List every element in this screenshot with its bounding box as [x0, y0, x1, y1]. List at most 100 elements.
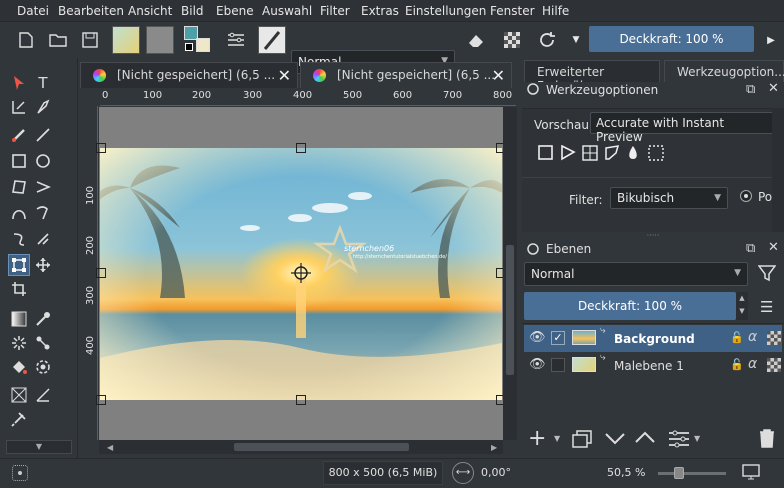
float-docker-icon[interactable]: ⧉ — [746, 241, 755, 256]
move-layer-up-icon[interactable] — [634, 430, 656, 449]
polyline-tool-icon[interactable] — [32, 176, 54, 198]
toolbox-collapse-button[interactable]: ▼ — [6, 440, 72, 454]
crop-tool-icon[interactable] — [8, 278, 30, 300]
transform-handle-b[interactable] — [296, 395, 306, 405]
liquify-transform-icon[interactable] — [626, 145, 640, 164]
canvas-area[interactable]: sternchen06 http://sternchentutorialstue… — [96, 107, 506, 440]
text-tool-icon[interactable]: T — [32, 72, 54, 94]
chevron-down-icon[interactable]: ▼ — [554, 434, 560, 443]
rotation-icon[interactable]: ⟷ — [452, 462, 474, 484]
close-icon[interactable]: ✕ — [768, 81, 779, 96]
save-icon[interactable] — [78, 28, 102, 52]
menu-datei[interactable]: Datei — [17, 4, 49, 18]
layer-properties-icon[interactable] — [668, 430, 690, 451]
transform-handle-tl[interactable] — [96, 143, 106, 153]
filter-select[interactable]: Bikubisch ▼ — [610, 187, 728, 209]
close-icon[interactable]: ✕ — [492, 66, 505, 85]
cage-transform-icon[interactable] — [604, 145, 620, 164]
edit-shapes-icon[interactable] — [8, 96, 30, 118]
visibility-eye-icon[interactable]: 👁 — [529, 357, 546, 372]
layer-filter-icon[interactable] — [757, 264, 777, 285]
pattern-swatch[interactable] — [146, 26, 174, 54]
duplicate-layer-icon[interactable] — [572, 430, 592, 451]
brush-settings-icon[interactable] — [224, 28, 248, 52]
brush-tool-icon[interactable] — [8, 124, 30, 146]
rectangle-tool-icon[interactable] — [8, 150, 30, 172]
enclose-fill-icon[interactable] — [32, 356, 54, 378]
background-color[interactable] — [196, 38, 210, 52]
perspective-transform-icon[interactable] — [560, 144, 576, 164]
menu-filter[interactable]: Filter — [320, 4, 350, 18]
menu-auswahl[interactable]: Auswahl — [262, 4, 312, 18]
layer-checkbox[interactable]: ✓ — [551, 331, 565, 345]
fullscreen-canvas-icon[interactable] — [742, 464, 760, 483]
transform-handle-l[interactable] — [96, 268, 106, 278]
assistant-tool-icon[interactable] — [32, 332, 54, 354]
tool-options-scrollbar[interactable] — [772, 108, 784, 232]
layer-checkbox[interactable] — [551, 358, 565, 372]
smart-patch-icon[interactable] — [8, 332, 30, 354]
brush-preset-icon[interactable] — [258, 26, 286, 54]
close-icon[interactable]: ✕ — [278, 66, 291, 85]
transform-handle-t[interactable] — [296, 143, 306, 153]
menu-hilfe[interactable]: Hilfe — [542, 4, 569, 18]
tab-advanced-color-selector[interactable]: Erweiterter Farbwäh... — [524, 60, 660, 93]
line-tool-icon[interactable] — [32, 124, 54, 146]
layer-opacity-slider[interactable]: Deckkraft: 100 % — [524, 292, 736, 320]
color-selector[interactable] — [184, 26, 212, 54]
horizontal-scrollbar[interactable]: ◀ ▶ — [99, 440, 503, 454]
add-layer-icon[interactable]: + — [528, 426, 546, 451]
perspective-grid-icon[interactable] — [8, 384, 30, 406]
vertical-scrollbar[interactable] — [503, 107, 517, 440]
warp-transform-icon[interactable] — [582, 145, 598, 164]
selection-status-icon[interactable] — [12, 465, 28, 481]
float-docker-icon[interactable]: ⧉ — [746, 82, 755, 97]
lock-docker-icon[interactable] — [527, 83, 539, 98]
scrollbar-thumb[interactable] — [234, 443, 409, 451]
alpha-lock-icon[interactable] — [767, 358, 781, 372]
delete-layer-icon[interactable] — [758, 428, 776, 451]
move-tool-icon[interactable] — [32, 254, 54, 276]
tab-tool-options[interactable]: Werkzeugoption... — [664, 60, 784, 84]
scroll-left-icon[interactable]: ◀ — [107, 443, 113, 452]
menu-extras[interactable]: Extras — [361, 4, 399, 18]
alpha-inherit-icon[interactable]: α — [748, 356, 757, 372]
transform-tool-icon[interactable] — [8, 254, 30, 276]
close-icon[interactable]: ✕ — [768, 240, 779, 255]
open-folder-icon[interactable] — [46, 28, 70, 52]
radio-button[interactable] — [740, 190, 752, 202]
gradient-preset-swatch[interactable] — [112, 26, 140, 54]
transform-origin-crosshair-icon[interactable] — [291, 263, 311, 283]
move-layer-down-icon[interactable] — [604, 430, 626, 449]
transform-handle-bl[interactable] — [96, 395, 106, 405]
layer-row-malebene-1[interactable]: 👁 ⤷ Malebene 1 🔓 α — [524, 352, 782, 379]
gradient-tool-icon[interactable] — [8, 308, 30, 330]
calligraphy-icon[interactable] — [32, 96, 54, 118]
mesh-transform-icon[interactable] — [648, 145, 664, 164]
opacity-slider[interactable]: Deckkraft: 100 % — [589, 26, 754, 52]
chevron-down-icon[interactable]: ▼ — [694, 434, 700, 443]
layer-lock-icon[interactable]: 🔓 — [730, 358, 744, 371]
zoom-slider[interactable] — [658, 467, 726, 479]
menu-bearbeiten[interactable]: Bearbeiten — [58, 4, 124, 18]
menu-ebene[interactable]: Ebene — [216, 4, 254, 18]
layer-blend-mode-select[interactable]: Normal ▼ — [524, 262, 748, 286]
free-transform-icon[interactable] — [538, 145, 554, 164]
menu-ansicht[interactable]: Ansicht — [128, 4, 172, 18]
alpha-lock-icon[interactable] — [767, 331, 781, 345]
polygon-tool-icon[interactable] — [8, 176, 30, 198]
hamburger-menu-icon[interactable]: ☰ — [760, 298, 773, 316]
lock-docker-icon[interactable] — [527, 243, 539, 258]
opacity-spinbox[interactable]: ▲ ▼ — [736, 292, 748, 320]
layer-row-background[interactable]: 👁 ✓ ⤷ Background 🔓 α — [524, 325, 782, 352]
scrollbar-thumb[interactable] — [506, 245, 514, 375]
fill-tool-icon[interactable] — [8, 356, 30, 378]
new-document-icon[interactable] — [14, 28, 38, 52]
ellipse-tool-icon[interactable] — [32, 150, 54, 172]
document-tab-2[interactable]: [Nicht gespeichert] (6,5 ... ✕ — [300, 62, 512, 88]
reference-pin-icon[interactable] — [8, 408, 30, 430]
zoom-slider-handle[interactable] — [674, 467, 684, 479]
alpha-lock-icon[interactable] — [500, 28, 524, 52]
dynamic-brush-icon[interactable] — [8, 228, 30, 250]
alpha-inherit-icon[interactable]: α — [748, 329, 757, 345]
